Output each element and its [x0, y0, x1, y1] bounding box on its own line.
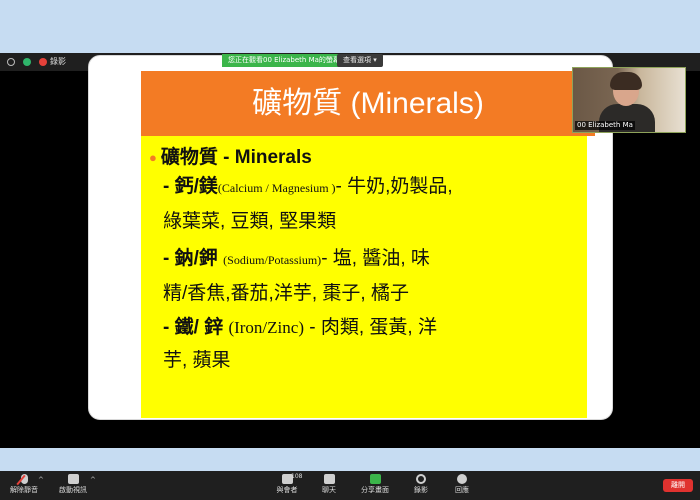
shared-slide: 礦物質 (Minerals) ● 礦物質 - Minerals - 鈣/鎂(Cal…	[88, 55, 613, 420]
bullet-icon: ●	[149, 150, 157, 166]
reactions-icon	[457, 474, 467, 484]
participants-label: 與會者	[276, 486, 298, 494]
mineral-latin: (Calcium / Magnesium )	[217, 181, 336, 195]
slide-bullet-text: 礦物質 - Minerals	[160, 147, 312, 168]
record-button[interactable]: 錄影	[401, 474, 441, 496]
mineral-sources-cont: 芋, 蘋果	[163, 350, 231, 371]
share-screen-button[interactable]: 分享畫面	[353, 474, 397, 496]
mineral-entry: - 鈉/鉀 (Sodium/Potassium)- 塩, 醬油, 味 精/香焦,…	[163, 242, 430, 310]
audio-options-caret[interactable]: ^	[38, 476, 44, 484]
chat-label: 聊天	[322, 486, 336, 494]
reactions-label: 回應	[455, 486, 469, 494]
shield-icon[interactable]	[23, 58, 31, 66]
mineral-latin: (Sodium/Potassium)	[223, 253, 322, 267]
chat-icon	[323, 474, 335, 484]
info-icon[interactable]	[7, 58, 15, 66]
leave-button[interactable]: 離開	[663, 479, 693, 492]
mineral-sources: - 塩, 醬油, 味	[321, 248, 430, 269]
recording-label: 錄影	[50, 57, 66, 66]
slide-body: ● 礦物質 - Minerals - 鈣/鎂(Calcium / Magnesiu…	[141, 136, 587, 418]
unmute-label: 解除靜音	[10, 486, 38, 494]
mineral-latin: (Iron/Zinc)	[228, 318, 304, 337]
mineral-sources: - 牛奶,奶製品,	[335, 176, 453, 197]
slide-title: 礦物質 (Minerals)	[252, 87, 484, 120]
share-screen-label: 分享畫面	[361, 486, 389, 494]
record-label: 錄影	[414, 486, 428, 494]
camera-icon	[67, 474, 79, 484]
screen-share-banner: 您正在觀看00 Elizabeth Ma的螢幕	[222, 54, 346, 67]
start-video-label: 啟動視訊	[59, 486, 87, 494]
mineral-name: - 鈣/鎂	[163, 176, 218, 197]
meeting-window: 錄影 礦物質 (Minerals) ● 礦物質 - Minerals - 鈣/鎂(…	[0, 53, 700, 500]
record-icon	[416, 474, 426, 484]
start-video-button[interactable]: 啟動視訊	[53, 474, 93, 496]
reactions-button[interactable]: 回應	[442, 474, 482, 496]
slide-header: 礦物質 (Minerals)	[141, 71, 595, 136]
mineral-name: - 鐵/ 鋅	[163, 317, 224, 338]
participant-name: 00 Elizabeth Ma	[575, 121, 635, 130]
participant-hair	[610, 72, 642, 90]
mineral-sources-cont: 精/香焦,番茄,洋芋, 棗子, 橘子	[163, 283, 409, 304]
participant-video-tile[interactable]: 00 Elizabeth Ma	[572, 67, 686, 133]
recording-dot-icon	[39, 58, 47, 66]
mineral-sources-cont: 綠葉菜, 豆類, 堅果類	[163, 211, 337, 232]
participants-count: 108	[291, 473, 303, 480]
mineral-entry: - 鈣/鎂(Calcium / Magnesium )- 牛奶,奶製品, 綠葉菜…	[163, 170, 453, 238]
meeting-toolbar: 解除靜音 ^ 啟動視訊 ^ 與會者 108 聊天 分享畫面 錄影 回應 離開	[0, 471, 700, 500]
slide-bullet-heading: ● 礦物質 - Minerals	[149, 142, 312, 169]
mineral-sources: - 肉類, 蛋黃, 洋	[309, 317, 437, 338]
video-options-caret[interactable]: ^	[90, 476, 96, 484]
chat-button[interactable]: 聊天	[309, 474, 349, 496]
share-screen-icon	[369, 474, 381, 484]
view-options-button[interactable]: 查看選項 ▾	[337, 54, 383, 67]
mineral-name: - 鈉/鉀	[163, 248, 218, 269]
mineral-entry: - 鐵/ 鋅 (Iron/Zinc) - 肉類, 蛋黃, 洋 芋, 蘋果	[163, 311, 437, 377]
